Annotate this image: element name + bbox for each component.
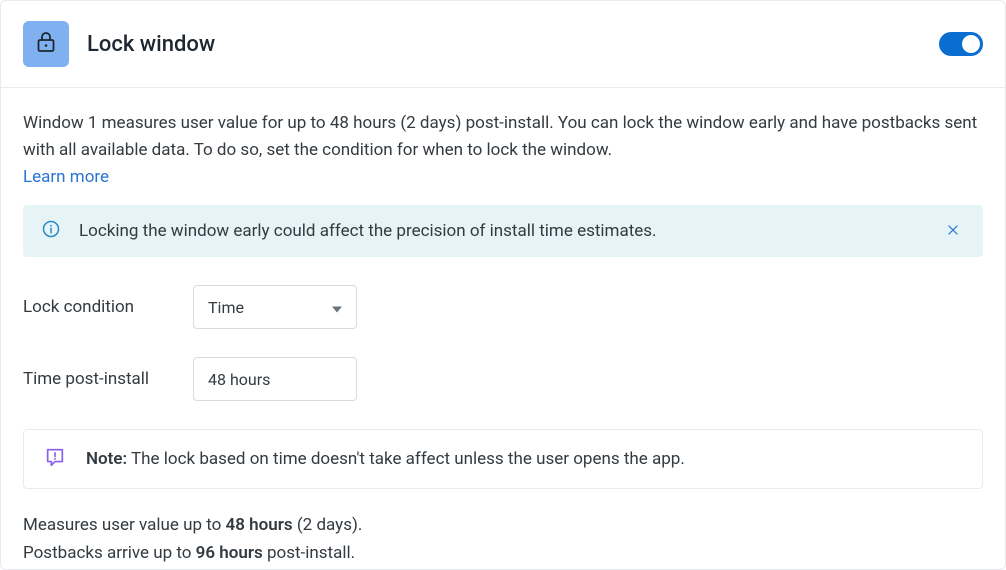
panel-title: Lock window xyxy=(87,32,939,57)
note-body: The lock based on time doesn't take affe… xyxy=(127,449,685,469)
info-icon xyxy=(41,219,61,243)
learn-more-link[interactable]: Learn more xyxy=(23,164,109,191)
info-alert-text: Locking the window early could affect th… xyxy=(79,221,941,241)
enable-toggle[interactable] xyxy=(939,32,983,56)
summary-line-1: Measures user value up to 48 hours (2 da… xyxy=(23,511,983,539)
time-post-install-label: Time post-install xyxy=(23,369,193,389)
summary-value: 48 hours xyxy=(226,515,293,535)
note-box: Note: The lock based on time doesn't tak… xyxy=(23,429,983,489)
description-text: Window 1 measures user value for up to 4… xyxy=(23,110,983,164)
summary-line-2: Postbacks arrive up to 96 hours post-ins… xyxy=(23,539,983,567)
summary-text: post-install. xyxy=(263,543,355,563)
lock-icon-tile xyxy=(23,21,69,67)
time-post-install-input[interactable]: 48 hours xyxy=(193,357,357,401)
lock-icon xyxy=(34,30,58,58)
time-post-install-value: 48 hours xyxy=(208,370,270,389)
lock-condition-row: Lock condition Time xyxy=(23,285,983,329)
panel-header: Lock window xyxy=(1,1,1005,88)
note-text: Note: The lock based on time doesn't tak… xyxy=(86,449,685,469)
lock-window-panel: Lock window Window 1 measures user value… xyxy=(0,0,1006,570)
info-alert: Locking the window early could affect th… xyxy=(23,205,983,257)
note-icon xyxy=(44,446,66,472)
summary-value: 96 hours xyxy=(196,543,263,563)
toggle-knob xyxy=(962,35,980,53)
summary-text: (2 days). xyxy=(293,515,363,535)
lock-condition-select[interactable]: Time xyxy=(193,285,357,329)
chevron-down-icon xyxy=(332,298,342,317)
info-alert-close-button[interactable] xyxy=(941,219,965,243)
lock-condition-value: Time xyxy=(208,298,244,317)
time-post-install-row: Time post-install 48 hours xyxy=(23,357,983,401)
summary-text: Measures user value up to xyxy=(23,515,226,535)
panel-body: Window 1 measures user value for up to 4… xyxy=(1,88,1005,570)
lock-condition-label: Lock condition xyxy=(23,297,193,317)
close-icon xyxy=(946,222,960,241)
summary-block: Measures user value up to 48 hours (2 da… xyxy=(23,511,983,567)
summary-text: Postbacks arrive up to xyxy=(23,543,196,563)
note-prefix: Note: xyxy=(86,449,127,469)
